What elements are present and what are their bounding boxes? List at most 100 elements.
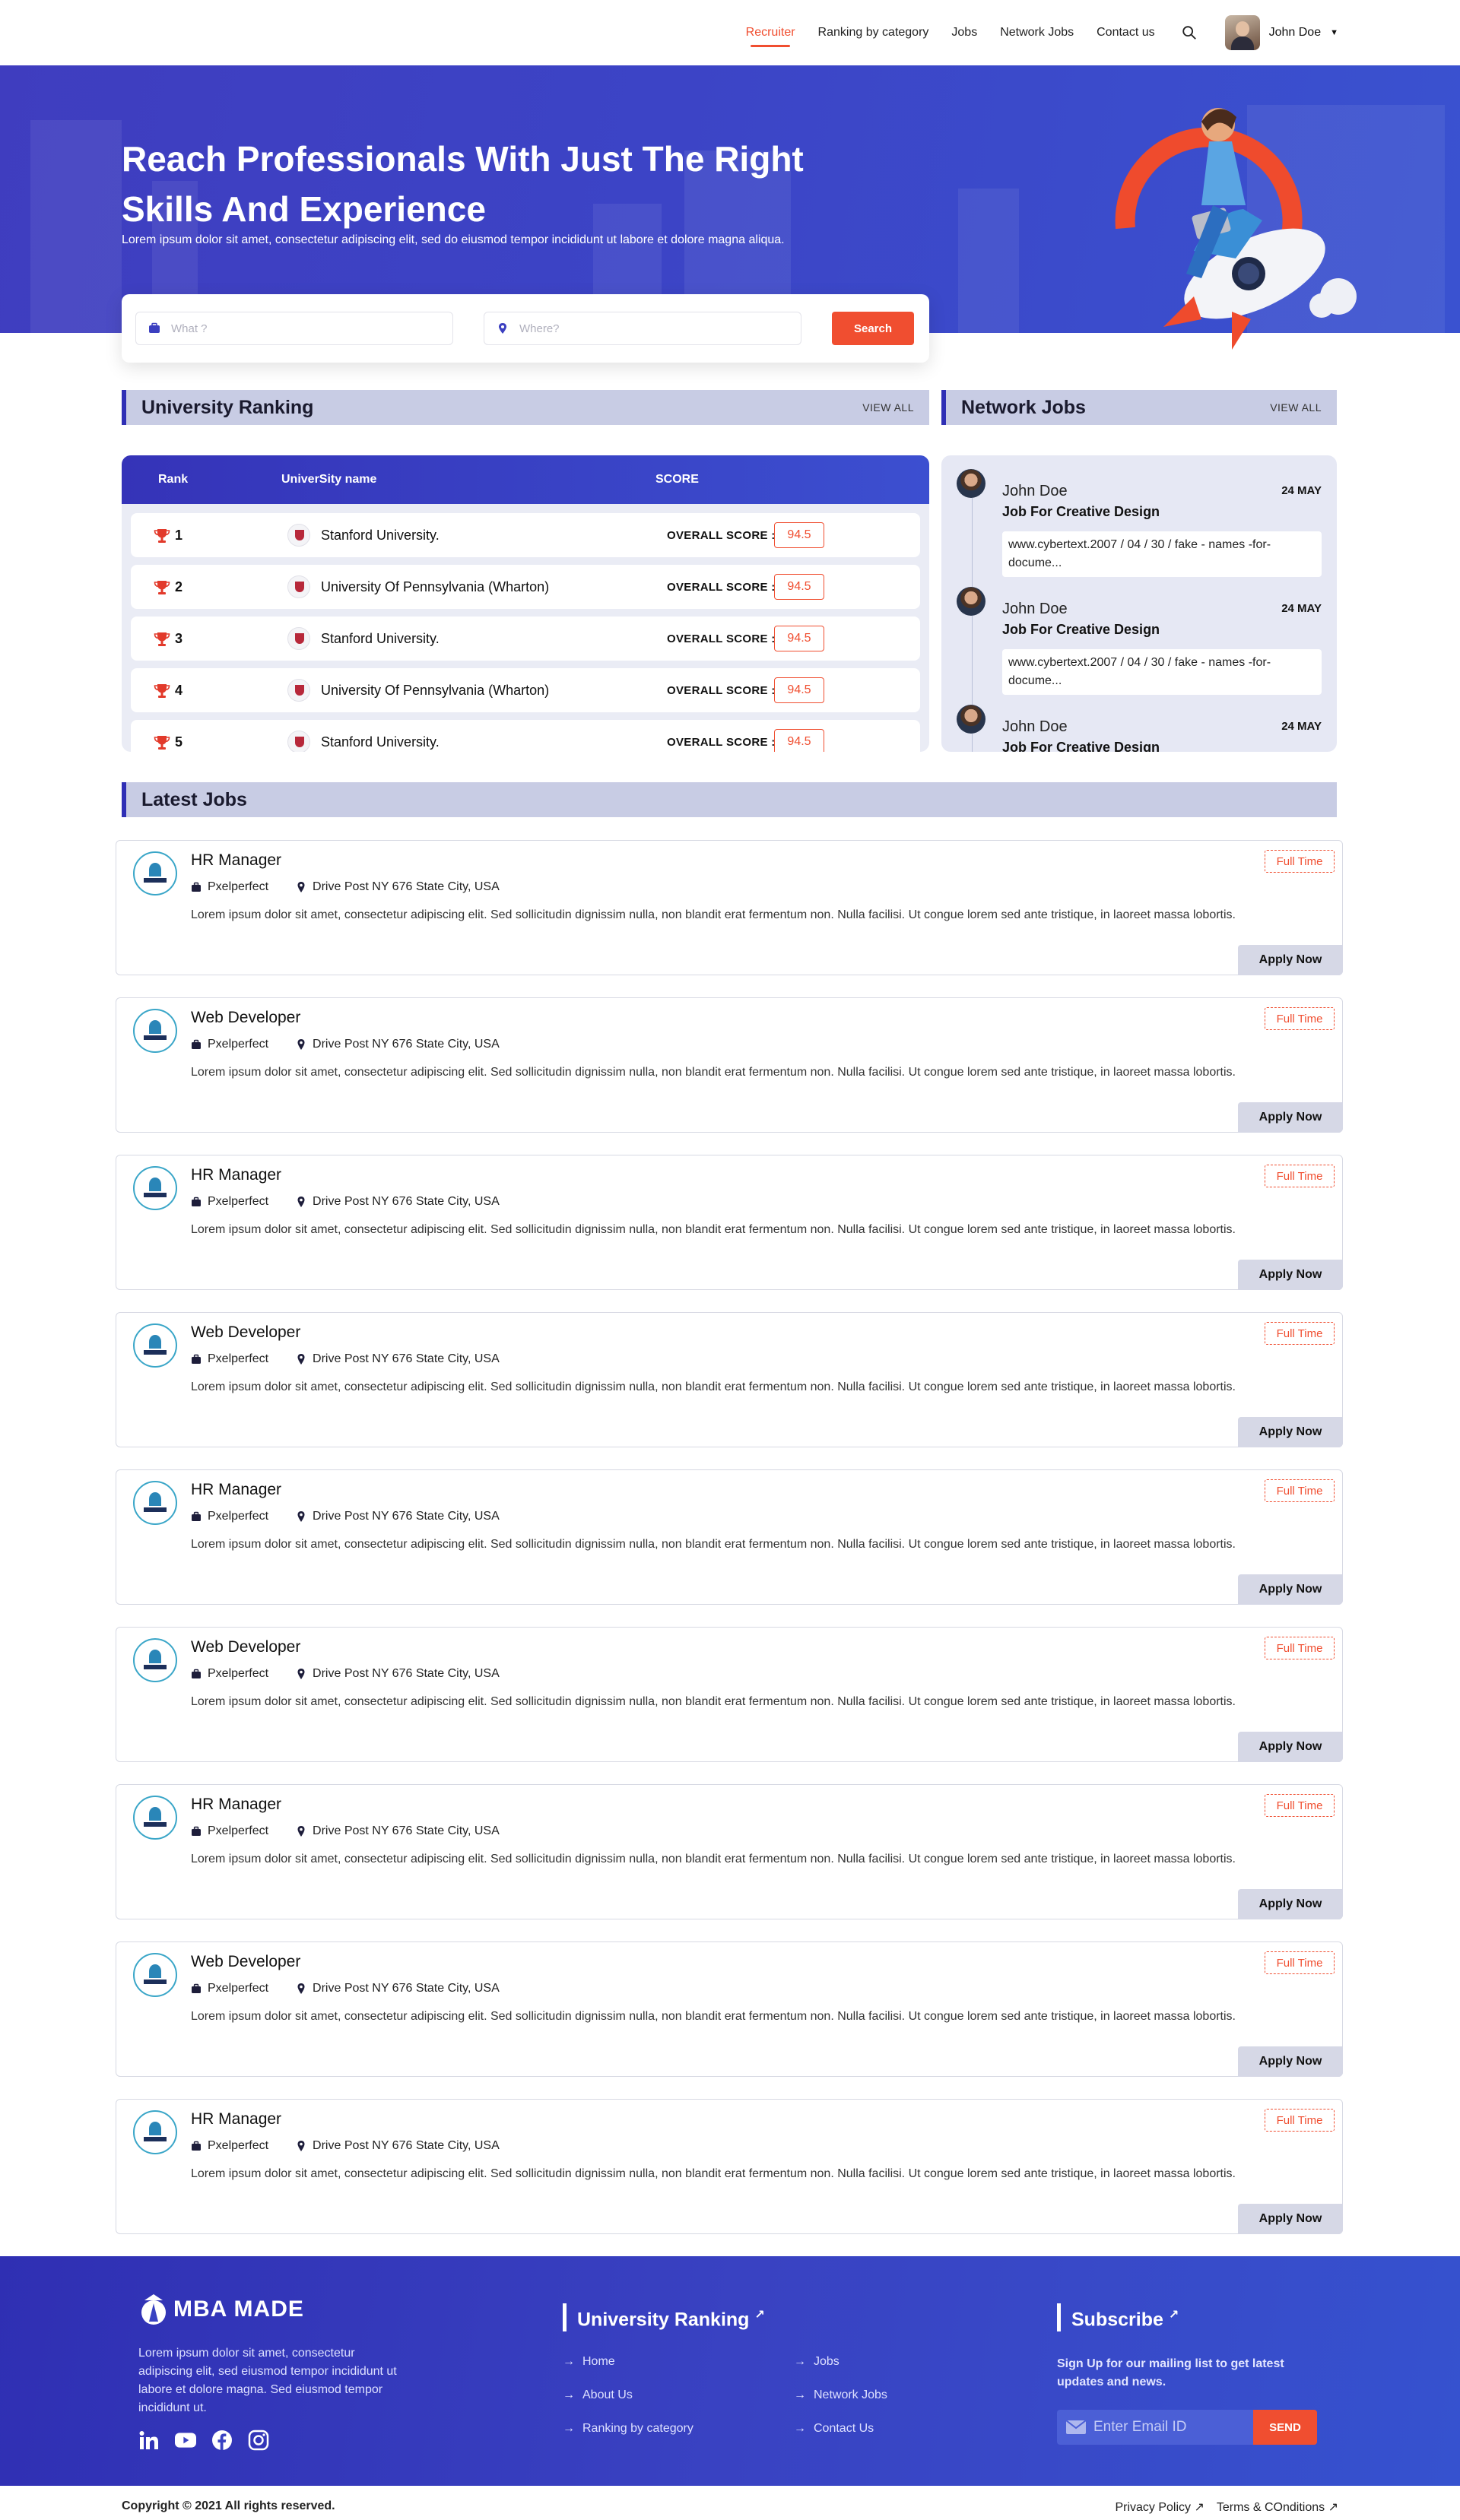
where-field[interactable] — [484, 312, 801, 345]
view-all-link[interactable]: VIEW ALL — [1270, 401, 1322, 414]
job-location: Drive Post NY 676 State City, USA — [313, 1038, 500, 1051]
job-location: Drive Post NY 676 State City, USA — [313, 880, 500, 893]
arrow-up-right-icon: ↗ — [1168, 2309, 1179, 2322]
section-title: Network Jobs — [961, 396, 1086, 418]
location-pin-icon — [297, 1983, 305, 1994]
rank-number: 5 — [175, 734, 183, 750]
overall-score-label: OVERALL SCORE : — [667, 684, 776, 697]
nav-link-contact-us[interactable]: Contact us — [1097, 26, 1154, 40]
apply-now-button[interactable]: Apply Now — [1238, 2046, 1343, 2077]
job-title[interactable]: Web Developer — [191, 1009, 300, 1027]
university-crest-icon — [287, 524, 310, 547]
job-title[interactable]: Web Developer — [191, 1323, 300, 1342]
job-card[interactable]: Web Developer Pxelperfect Drive Post NY 67… — [116, 1627, 1343, 1762]
terms-link[interactable]: Terms & COnditions ↗ — [1217, 2499, 1338, 2515]
linkedin-icon[interactable] — [138, 2430, 160, 2451]
footer-link-ranking-by-category[interactable]: Ranking by category — [563, 2422, 694, 2436]
arrow-up-right-icon: ↗ — [754, 2309, 765, 2322]
briefcase-icon — [192, 1197, 201, 1206]
apply-now-button[interactable]: Apply Now — [1238, 1732, 1343, 1762]
search-icon[interactable] — [1181, 24, 1198, 41]
job-meta: Pxelperfect Drive Post NY 676 State City,… — [191, 2139, 500, 2153]
job-title[interactable]: HR Manager — [191, 1166, 281, 1184]
apply-now-button[interactable]: Apply Now — [1238, 2204, 1343, 2234]
footer-brand: MBA MADE — [138, 2293, 304, 2326]
job-card[interactable]: HR Manager Pxelperfect Drive Post NY 676 S… — [116, 1155, 1343, 1290]
job-card[interactable]: HR Manager Pxelperfect Drive Post NY 676 S… — [116, 1784, 1343, 1919]
user-menu[interactable]: John Doe ▼ — [1224, 15, 1338, 50]
section-title: Latest Jobs — [141, 788, 247, 810]
facebook-icon[interactable] — [211, 2430, 233, 2451]
score-badge: 94.5 — [774, 626, 824, 651]
university-name: Stanford University. — [321, 528, 440, 543]
search-button[interactable]: Search — [832, 312, 914, 345]
footer-link-network-jobs[interactable]: Network Jobs — [794, 2388, 887, 2402]
what-field[interactable] — [135, 312, 453, 345]
location: Drive Post NY 676 State City, USA — [296, 1824, 500, 1838]
job-card[interactable]: HR Manager Pxelperfect Drive Post NY 676 S… — [116, 1469, 1343, 1605]
ranking-row[interactable]: 2 University Of Pennsylvania (Wharton) OVE… — [131, 565, 920, 609]
apply-now-button[interactable]: Apply Now — [1238, 945, 1343, 975]
job-title[interactable]: Web Developer — [191, 1953, 300, 1971]
email-input[interactable] — [1093, 2419, 1246, 2436]
location: Drive Post NY 676 State City, USA — [296, 2139, 500, 2153]
job-card[interactable]: Web Developer Pxelperfect Drive Post NY 67… — [116, 1312, 1343, 1447]
social-links — [138, 2430, 269, 2451]
view-all-link[interactable]: VIEW ALL — [862, 401, 914, 414]
ranking-row[interactable]: 3 Stanford University. OVERALL SCORE :94.5 — [131, 617, 920, 661]
job-title[interactable]: Web Developer — [191, 1638, 300, 1656]
apply-now-button[interactable]: Apply Now — [1238, 1574, 1343, 1605]
company-logo — [133, 1953, 177, 1997]
job-type-badge: Full Time — [1265, 1165, 1335, 1187]
ranking-row[interactable]: 1 Stanford University. OVERALL SCORE :94.5 — [131, 513, 920, 557]
nav-link-jobs[interactable]: Jobs — [951, 26, 977, 40]
job-location: Drive Post NY 676 State City, USA — [313, 1195, 500, 1208]
send-button[interactable]: SEND — [1253, 2410, 1317, 2445]
avatar — [957, 587, 986, 616]
ranking-row[interactable]: 4 University Of Pennsylvania (Wharton) OVE… — [131, 668, 920, 712]
job-card[interactable]: HR Manager Pxelperfect Drive Post NY 676 S… — [116, 2099, 1343, 2234]
job-title[interactable]: HR Manager — [191, 2110, 281, 2129]
overall-score-label: OVERALL SCORE : — [667, 581, 776, 594]
chevron-down-icon: ▼ — [1330, 28, 1338, 37]
overall-score-label: OVERALL SCORE : — [667, 632, 776, 645]
footer-link-jobs[interactable]: Jobs — [794, 2355, 840, 2369]
job-description: Lorem ipsum dolor sit amet, consectetur … — [191, 1695, 1236, 1708]
job-card[interactable]: Web Developer Pxelperfect Drive Post NY 67… — [116, 1942, 1343, 2077]
university-ranking-header: University Ranking VIEW ALL — [122, 390, 929, 425]
location: Drive Post NY 676 State City, USA — [296, 1982, 500, 1995]
job-link[interactable]: www.cybertext.2007 / 04 / 30 / fake - na… — [1002, 531, 1322, 577]
job-title[interactable]: HR Manager — [191, 1481, 281, 1499]
bottom-bar: Copyright © 2021 All rights reserved. Pr… — [0, 2486, 1460, 2520]
location-pin-icon — [297, 2141, 305, 2151]
what-input[interactable] — [171, 322, 430, 335]
nav-link-network-jobs[interactable]: Network Jobs — [1000, 26, 1074, 40]
job-card[interactable]: HR Manager Pxelperfect Drive Post NY 676 S… — [116, 840, 1343, 975]
apply-now-button[interactable]: Apply Now — [1238, 1417, 1343, 1447]
company-name: Pxelperfect — [208, 880, 269, 893]
job-link[interactable]: www.cybertext.2007 / 04 / 30 / fake - na… — [1002, 649, 1322, 695]
apply-now-button[interactable]: Apply Now — [1238, 1889, 1343, 1919]
ranking-row[interactable]: 5 Stanford University. OVERALL SCORE :94.5 — [131, 720, 920, 752]
job-title: Job For Creative Design — [1002, 740, 1160, 752]
job-location: Drive Post NY 676 State City, USA — [313, 1982, 500, 1995]
apply-now-button[interactable]: Apply Now — [1238, 1102, 1343, 1133]
location: Drive Post NY 676 State City, USA — [296, 1352, 500, 1366]
company: Pxelperfect — [191, 2139, 268, 2153]
footer-link-contact-us[interactable]: Contact Us — [794, 2422, 874, 2436]
footer-link-about-us[interactable]: About Us — [563, 2388, 633, 2402]
apply-now-button[interactable]: Apply Now — [1238, 1260, 1343, 1290]
nav-link-recruiter[interactable]: Recruiter — [746, 26, 795, 47]
location: Drive Post NY 676 State City, USA — [296, 1195, 500, 1209]
youtube-icon[interactable] — [175, 2430, 196, 2451]
instagram-icon[interactable] — [248, 2430, 269, 2451]
job-title[interactable]: HR Manager — [191, 851, 281, 870]
where-input[interactable] — [519, 322, 778, 335]
job-title[interactable]: HR Manager — [191, 1796, 281, 1814]
footer-link-home[interactable]: Home — [563, 2355, 615, 2369]
job-card[interactable]: Web Developer Pxelperfect Drive Post NY 67… — [116, 997, 1343, 1133]
privacy-policy-link[interactable]: Privacy Policy ↗ — [1115, 2499, 1204, 2515]
briefcase-icon — [192, 1511, 201, 1521]
job-meta: Pxelperfect Drive Post NY 676 State City,… — [191, 1038, 500, 1051]
nav-link-ranking-by-category[interactable]: Ranking by category — [818, 26, 929, 40]
